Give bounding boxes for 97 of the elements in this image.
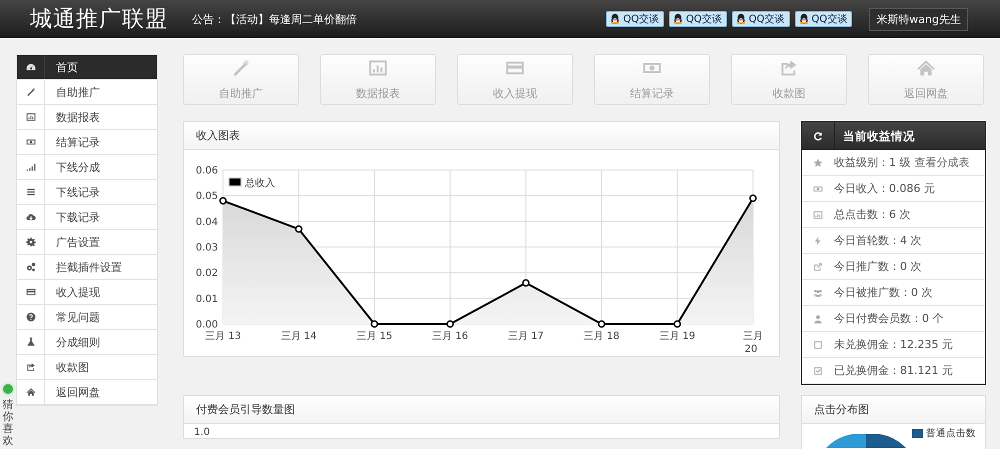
speedometer-icon	[26, 62, 36, 72]
data-point	[674, 320, 682, 328]
sidebar-item[interactable]: 首页	[17, 55, 157, 80]
penguin-icon	[609, 13, 622, 25]
cloud-download-icon	[26, 212, 36, 222]
penguin-icon	[672, 13, 684, 25]
penguin-icon	[798, 13, 810, 25]
sidebar-item[interactable]: 收入提现	[17, 280, 157, 305]
stat-text: 今日收入：0.086 元	[834, 181, 935, 196]
stat-text: 收益级别：1 级	[834, 155, 910, 170]
sidebar-item[interactable]: 下线记录	[17, 180, 157, 205]
widget-label: 猜你喜欢	[2, 399, 14, 448]
qq-chat-button[interactable]: QQ交谈	[669, 11, 727, 27]
username[interactable]: 米斯特wang先生	[869, 8, 968, 30]
stat-text: 已兑换佣金：81.121 元	[834, 363, 953, 378]
sidebar-item[interactable]: 广告设置	[17, 230, 157, 255]
flask-icon	[26, 337, 36, 347]
gears-icon	[26, 262, 36, 272]
stat-text: 未兑换佣金：12.235 元	[834, 337, 953, 352]
data-point	[446, 320, 454, 328]
sidebar-item[interactable]: 下载记录	[17, 205, 157, 230]
sidebar-item[interactable]: 下线分成	[17, 155, 157, 180]
signal-bars-icon	[26, 162, 36, 172]
qq-chat-button[interactable]: QQ交谈	[732, 11, 790, 27]
x-tick-label: 三月 17	[508, 331, 544, 342]
home-icon	[26, 387, 36, 397]
magic-wand-icon	[231, 58, 251, 78]
refresh-icon	[812, 130, 824, 142]
y-tick-label: 0.05	[196, 191, 218, 202]
panel-title: 收入图表	[196, 128, 240, 143]
home-icon	[916, 58, 936, 78]
bar-chart-icon	[26, 112, 36, 122]
share-icon	[779, 58, 799, 78]
status-dot	[1, 382, 15, 396]
y-tick-label: 1.0	[194, 427, 210, 438]
y-tick-label: 0.00	[196, 320, 218, 330]
y-tick-label: 0.04	[196, 216, 218, 228]
magic-wand-icon	[26, 87, 36, 97]
sidebar-item[interactable]: 返回网盘	[17, 380, 157, 405]
help-icon	[26, 312, 36, 322]
stat-text: 总点击数：6 次	[834, 207, 910, 222]
sidebar-item[interactable]: 分成细则	[17, 330, 157, 355]
stat-text: 今日推广数：0 次	[834, 259, 922, 274]
banknote-icon	[26, 137, 36, 147]
user-icon	[813, 314, 823, 324]
share-icon	[26, 362, 36, 372]
star-icon	[813, 158, 823, 168]
y-tick-label: 0.06	[196, 166, 218, 176]
y-tick-label: 0.01	[196, 294, 218, 305]
panel-title: 付费会员引导数量图	[196, 402, 295, 417]
bar-chart-icon	[813, 210, 823, 220]
y-tick-label: 0.03	[196, 242, 218, 254]
stat-text: 今日付费会员数：0 个	[834, 311, 944, 326]
x-tick-label: 三月 15	[356, 331, 392, 342]
settings-icon	[26, 237, 36, 247]
x-tick-label: 三月 19	[659, 331, 696, 342]
sidebar-item[interactable]: 常见问题	[17, 305, 157, 330]
check-square-icon	[813, 366, 823, 376]
legend-label: 普通点击数	[926, 427, 976, 440]
site-logo: 城通推广联盟	[30, 6, 169, 34]
stat-text: 今日被推广数：0 次	[834, 285, 932, 300]
x-tick-label: 三月 13	[205, 331, 241, 342]
users-icon	[813, 288, 823, 298]
sidebar-item[interactable]: 数据报表	[17, 105, 157, 130]
legend-label: 总收入	[245, 178, 275, 189]
stat-text: 今日首轮数：4 次	[834, 233, 922, 248]
penguin-icon	[734, 13, 747, 25]
sidebar-item[interactable]: 自助推广	[17, 80, 157, 105]
x-tick-label: 三月 18	[584, 331, 620, 342]
menu-icon	[26, 187, 36, 197]
lightning-icon	[813, 236, 823, 246]
panel-title: 点击分布图	[814, 402, 869, 417]
link[interactable]: 查看分成表	[914, 155, 970, 170]
panel-title: 当前收益情况	[842, 128, 915, 144]
data-point	[598, 320, 606, 328]
qq-chat-button[interactable]: QQ交谈	[794, 11, 852, 27]
banknote-icon	[813, 184, 823, 194]
side-widget[interactable]: 猜你喜欢	[0, 382, 16, 448]
sidebar-item[interactable]: 拦截插件设置	[17, 255, 157, 280]
x-tick-label: 三月 20	[743, 331, 763, 355]
sidebar-item[interactable]: 收款图	[17, 355, 157, 380]
sidebar-item[interactable]: 结算记录	[17, 130, 157, 155]
data-point	[370, 320, 378, 328]
x-tick-label: 三月 16	[432, 331, 468, 342]
data-point	[219, 197, 227, 205]
bar-chart-icon	[368, 58, 388, 78]
data-point	[522, 279, 530, 287]
credit-card-icon	[26, 287, 36, 297]
announcement: 公告：【活动】每逢周二单价翻倍	[192, 12, 358, 26]
external-link-icon	[813, 262, 823, 272]
qq-chat-button[interactable]: QQ交谈	[606, 11, 664, 27]
y-tick-label: 0.02	[196, 268, 218, 280]
data-point	[749, 194, 757, 202]
legend-swatch	[912, 429, 923, 438]
x-tick-label: 三月 14	[280, 331, 317, 342]
data-point	[294, 225, 302, 233]
legend-swatch	[228, 178, 242, 186]
